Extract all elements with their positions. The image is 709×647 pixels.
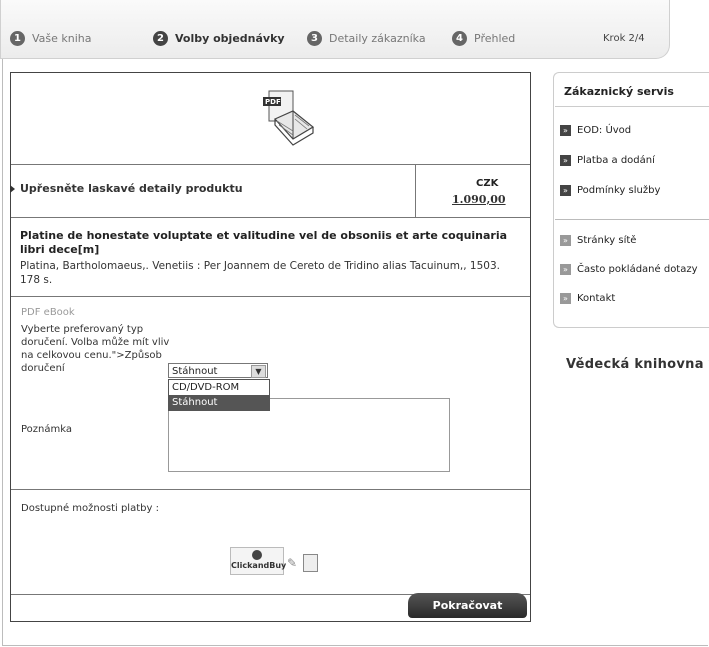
document-icon (303, 554, 318, 572)
sidebar-item-label: Kontakt (577, 293, 616, 304)
sidebar-item-label: Platba a dodání (577, 155, 655, 166)
selected-value: Stáhnout (172, 366, 218, 377)
sidebar-item-site-pages[interactable]: » Stránky sítě (560, 235, 636, 246)
sidebar-item-terms[interactable]: » Podmínky služby (560, 185, 660, 196)
delivery-method-label: Vyberte preferovaný typ doručení. Volba … (21, 324, 170, 374)
payment-section: Dostupné možnosti platby : ClickandBuy ✎ (11, 490, 530, 595)
currency-label: CZK (476, 178, 499, 189)
order-options-panel: PDF Upřesněte laskavé detaily produktu C… (10, 72, 531, 622)
delivery-method-select[interactable]: Stáhnout ▼ (168, 363, 268, 378)
sidebar-item-label: Podmínky služby (577, 185, 661, 196)
book-title: Platine de honestate voluptate et valitu… (20, 229, 508, 256)
step-4[interactable]: 4 Přehled (452, 31, 515, 46)
svg-text:PDF: PDF (265, 98, 281, 106)
sidebar-item-eod[interactable]: » EOD: Úvod (560, 125, 631, 136)
step-progress-bar: 1 Vaše kniha 2 Volby objednávky 3 Detail… (0, 0, 670, 59)
step-1[interactable]: 1 Vaše kniha (10, 31, 92, 46)
sidebar-item-label: Stránky sítě (577, 235, 637, 246)
sidebar-item-label: EOD: Úvod (577, 125, 632, 136)
chevron-down-icon[interactable]: ▼ (251, 365, 266, 378)
divider (555, 106, 709, 107)
option-download[interactable]: Stáhnout (169, 395, 269, 410)
customer-service-sidebar: Zákaznický servis » EOD: Úvod » Platba a… (553, 72, 709, 328)
delivery-options-list: CD/DVD-ROM Stáhnout (168, 379, 270, 411)
pencil-icon: ✎ (287, 556, 298, 570)
sidebar-item-contact[interactable]: » Kontakt (560, 293, 615, 304)
step-number: 1 (10, 31, 25, 46)
sidebar-item-payment[interactable]: » Platba a dodání (560, 155, 655, 166)
divider (415, 165, 416, 217)
step-label: Přehled (474, 32, 516, 45)
book-info: Platine de honestate voluptate et valitu… (11, 218, 530, 297)
double-chevron-icon: » (560, 264, 571, 275)
book-meta: Platina, Bartholomaeus,. Venetiis : Per … (20, 260, 500, 286)
pdf-ebook-icon: PDF (263, 90, 315, 146)
delivery-section: PDF eBook Vyberte preferovaný typ doruče… (11, 297, 530, 490)
payment-options-label: Dostupné možnosti platby : (21, 503, 159, 514)
step-number: 2 (153, 31, 168, 46)
sidebar-item-faq[interactable]: » Často pokládané dotazy (560, 264, 698, 275)
library-title: Vědecká knihovna v (566, 357, 709, 372)
step-counter: Krok 2/4 (603, 33, 645, 44)
step-label: Vaše kniha (32, 32, 92, 45)
step-3[interactable]: 3 Detaily zákazníka (307, 31, 426, 46)
clickandbuy-logo[interactable]: ClickandBuy (230, 547, 287, 575)
step-2[interactable]: 2 Volby objednávky (153, 31, 285, 46)
note-label: Poznámka (21, 424, 72, 435)
ebook-header: PDF (11, 73, 530, 165)
price-value: 1.090,00 (452, 193, 506, 206)
arrow-right-icon (10, 185, 15, 193)
double-chevron-icon: » (560, 293, 571, 304)
divider (555, 219, 709, 220)
step-number: 4 (452, 31, 467, 46)
product-details-bar: Upřesněte laskavé detaily produktu CZK 1… (10, 165, 530, 218)
globe-icon (252, 550, 262, 560)
sidebar-item-label: Často pokládané dotazy (577, 264, 698, 275)
double-chevron-icon: » (560, 185, 571, 196)
step-label: Volby objednávky (175, 32, 285, 45)
clickandbuy-text: ClickandBuy (231, 561, 287, 570)
double-chevron-icon: » (560, 235, 571, 246)
format-label: PDF eBook (21, 307, 75, 318)
step-label: Detaily zákazníka (329, 32, 426, 45)
double-chevron-icon: » (560, 125, 571, 136)
sidebar-title: Zákaznický servis (564, 85, 674, 98)
step-number: 3 (307, 31, 322, 46)
product-details-label: Upřesněte laskavé detaily produktu (20, 182, 243, 195)
double-chevron-icon: » (560, 155, 571, 166)
continue-button[interactable]: Pokračovat (408, 593, 527, 618)
option-cd-dvd[interactable]: CD/DVD-ROM (169, 380, 269, 395)
